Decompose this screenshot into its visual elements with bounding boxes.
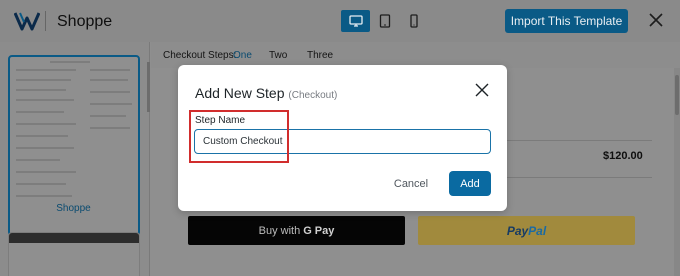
logo-icon xyxy=(14,12,40,31)
paypal-pal: Pal xyxy=(528,223,547,238)
template-label[interactable]: Shoppe xyxy=(0,203,147,214)
dialog-subtitle: (Checkout) xyxy=(288,90,338,101)
preview-scrollbar[interactable] xyxy=(675,75,679,115)
sidebar-scrollbar[interactable] xyxy=(147,62,150,112)
step-tab-three[interactable]: Three xyxy=(307,50,333,61)
order-total-price: $120.00 xyxy=(603,150,643,162)
dialog-title-text: Add New Step xyxy=(195,85,285,101)
dialog-title: Add New Step (Checkout) xyxy=(195,85,337,101)
gpay-brand: G Pay xyxy=(303,224,335,237)
add-button[interactable]: Add xyxy=(449,171,491,196)
add-step-dialog: Add New Step (Checkout) Step Name Cancel… xyxy=(178,65,507,211)
logo-divider xyxy=(45,11,46,31)
step-name-input[interactable] xyxy=(194,129,491,154)
app-title: Shoppe xyxy=(57,13,113,30)
tablet-icon xyxy=(379,14,390,28)
import-template-button[interactable]: Import This Template xyxy=(505,9,628,33)
paypal-button[interactable]: Pay Pal xyxy=(418,216,635,245)
paypal-pay: Pay xyxy=(506,223,529,238)
mobile-view-button[interactable] xyxy=(399,10,428,32)
step-name-label: Step Name xyxy=(195,115,246,126)
top-bar: Shoppe Import This Template xyxy=(0,0,680,42)
cancel-button[interactable]: Cancel xyxy=(385,172,437,196)
steps-label: Checkout Steps: xyxy=(163,50,237,61)
close-icon[interactable] xyxy=(648,12,664,28)
device-switcher xyxy=(341,10,428,32)
tablet-view-button[interactable] xyxy=(370,10,399,32)
google-pay-button[interactable]: Buy with G Pay xyxy=(188,216,405,245)
desktop-view-button[interactable] xyxy=(341,10,370,32)
mobile-icon xyxy=(409,14,418,28)
step-tab-one[interactable]: One xyxy=(233,50,252,61)
template-sidebar: Shoppe xyxy=(0,42,150,276)
gpay-label: Buy with xyxy=(258,224,301,237)
template-thumbnail-2[interactable] xyxy=(8,232,140,276)
desktop-icon xyxy=(348,15,363,27)
close-icon[interactable] xyxy=(475,83,489,97)
step-tab-two[interactable]: Two xyxy=(269,50,287,61)
